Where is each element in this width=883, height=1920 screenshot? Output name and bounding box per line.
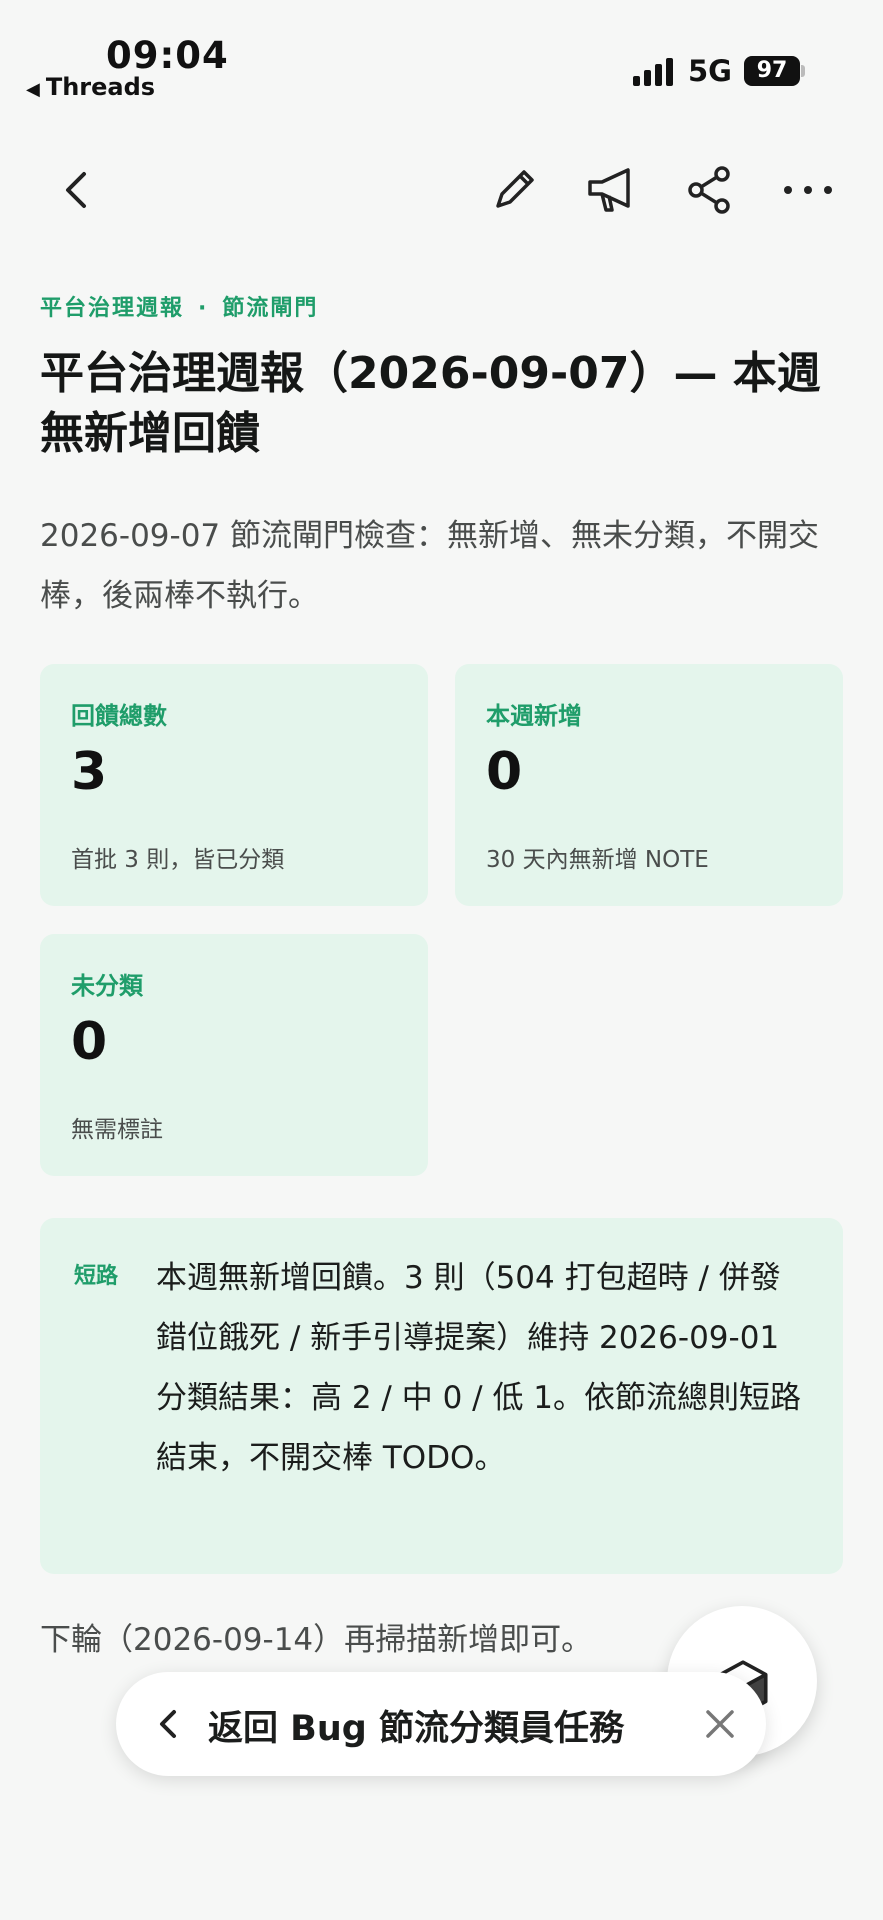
breadcrumb-separator: · <box>198 296 209 321</box>
more-icon[interactable] <box>778 160 838 220</box>
battery-tip <box>801 65 805 77</box>
breadcrumb-item-weekly[interactable]: 平台治理週報 <box>40 296 184 321</box>
edit-icon[interactable] <box>484 160 544 220</box>
close-icon[interactable] <box>700 1704 740 1744</box>
stat-value: 0 <box>71 1012 108 1072</box>
battery-icon: 97 <box>744 56 800 86</box>
breadcrumb-item-gate[interactable]: 節流閘門 <box>222 296 318 321</box>
status-time: 09:04 <box>106 34 229 77</box>
stat-note: 首批 3 則，皆已分類 <box>71 847 285 873</box>
page-title: 平台治理週報（2026-09-07）— 本週無新增回饋 <box>40 348 821 459</box>
back-icon[interactable] <box>48 160 108 220</box>
stat-card-new: 本週新增 0 30 天內無新增 NOTE <box>455 664 843 906</box>
network-type: 5G <box>688 54 732 88</box>
return-label: 返回 Bug 節流分類員任務 <box>208 1709 625 1749</box>
stat-label: 本週新增 <box>486 702 582 730</box>
stat-card-total: 回饋總數 3 首批 3 則，皆已分類 <box>40 664 428 906</box>
back-to-app-link[interactable]: ◀ Threads <box>26 73 155 101</box>
stat-label: 回饋總數 <box>71 702 167 730</box>
stat-label: 未分類 <box>71 972 143 1000</box>
share-icon[interactable] <box>680 160 740 220</box>
stat-value: 3 <box>71 742 108 802</box>
article-summary: 2026-09-07 節流閘門檢查：無新增、無未分類，不開交棒，後兩棒不執行。 <box>40 518 820 614</box>
shortcut-text: 本週無新增回饋。3 則（504 打包超時 / 併發錯位餓死 / 新手引導提案）維… <box>156 1260 802 1476</box>
shortcut-tag: 短路 <box>74 1264 119 1289</box>
back-app-label: Threads <box>45 73 156 101</box>
back-triangle-icon: ◀ <box>26 79 40 100</box>
signal-icon <box>633 58 677 86</box>
breadcrumb: 平台治理週報 · 節流閘門 <box>40 290 318 322</box>
chevron-left-icon <box>160 1710 176 1738</box>
shortcut-callout: 短路 本週無新增回饋。3 則（504 打包超時 / 併發錯位餓死 / 新手引導提… <box>40 1218 843 1574</box>
status-bar: 09:04 ◀ Threads 5G 97 <box>0 0 883 110</box>
stat-note: 無需標註 <box>71 1117 163 1143</box>
stat-note: 30 天內無新增 NOTE <box>486 847 709 873</box>
stat-value: 0 <box>486 742 523 802</box>
stat-card-unclassified: 未分類 0 無需標註 <box>40 934 428 1176</box>
next-round-text: 下輪（2026-09-14）再掃描新增即可。 <box>40 1622 593 1658</box>
return-to-task-bar[interactable]: 返回 Bug 節流分類員任務 <box>116 1672 766 1776</box>
megaphone-icon[interactable] <box>582 160 642 220</box>
